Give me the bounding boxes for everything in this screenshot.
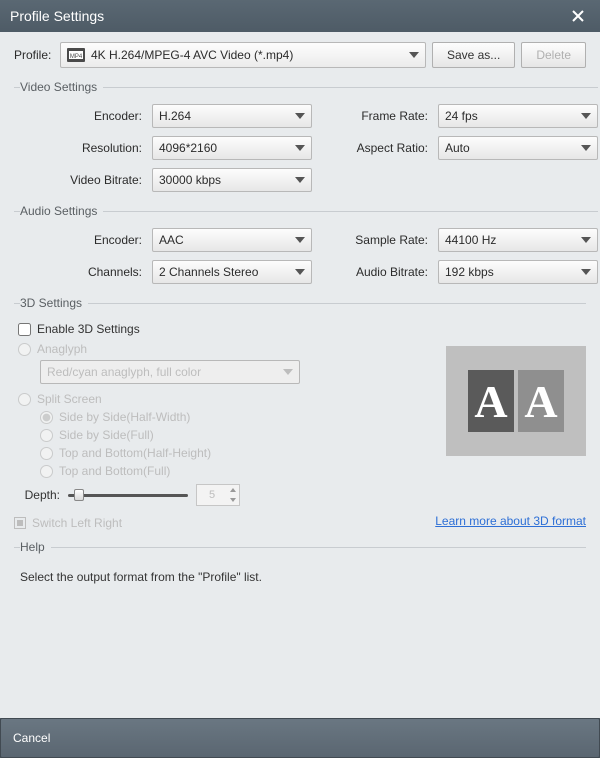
anaglyph-label: Anaglyph — [37, 342, 87, 356]
learn-more-3d-link[interactable]: Learn more about 3D format — [435, 514, 586, 528]
slider-thumb[interactable] — [74, 489, 84, 501]
audio-encoder-select[interactable]: AAC — [152, 228, 312, 252]
anaglyph-mode-select: Red/cyan anaglyph, full color — [40, 360, 300, 384]
chevron-down-icon — [581, 269, 591, 275]
close-icon — [572, 10, 584, 22]
switch-checkbox-icon — [14, 517, 26, 529]
profile-value: 4K H.264/MPEG-4 AVC Video (*.mp4) — [91, 48, 409, 62]
depth-value: 5 — [197, 489, 227, 501]
video-settings-legend: Video Settings — [20, 80, 103, 94]
titlebar: Profile Settings — [0, 0, 600, 32]
aspect-ratio-select[interactable]: Auto — [438, 136, 598, 160]
3d-preview: A A — [446, 346, 586, 456]
3d-settings-group: 3D Settings Enable 3D Settings Anaglyph … — [14, 296, 586, 534]
help-legend: Help — [20, 540, 51, 554]
sample-rate-select[interactable]: 44100 Hz — [438, 228, 598, 252]
spinner-down — [227, 495, 239, 505]
enable-3d-label: Enable 3D Settings — [37, 322, 140, 336]
audio-encoder-label: Encoder: — [14, 233, 144, 247]
audio-settings-legend: Audio Settings — [20, 204, 103, 218]
tab-full-row: Top and Bottom(Full) — [40, 464, 426, 478]
audio-settings-group: Audio Settings Encoder: AAC Sample Rate:… — [14, 204, 598, 290]
resolution-label: Resolution: — [14, 141, 144, 155]
sbs-half-label: Side by Side(Half-Width) — [59, 410, 190, 424]
channels-label: Channels: — [14, 265, 144, 279]
window-title: Profile Settings — [10, 8, 566, 24]
chevron-down-icon — [295, 237, 305, 243]
video-encoder-label: Encoder: — [14, 109, 144, 123]
enable-3d-checkbox[interactable] — [18, 323, 31, 336]
split-screen-row: Split Screen — [18, 392, 426, 406]
depth-row: Depth: 5 — [14, 484, 426, 506]
depth-spinner: 5 — [196, 484, 240, 506]
preview-letter-right: A — [518, 370, 564, 432]
anaglyph-radio — [18, 343, 31, 356]
sbs-full-label: Side by Side(Full) — [59, 428, 154, 442]
save-as-button[interactable]: Save as... — [432, 42, 515, 68]
depth-slider[interactable] — [68, 487, 188, 503]
chevron-down-icon — [295, 113, 305, 119]
profile-select[interactable]: MP4 4K H.264/MPEG-4 AVC Video (*.mp4) — [60, 42, 426, 68]
delete-button: Delete — [521, 42, 586, 68]
switch-left-right-label: Switch Left Right — [32, 516, 122, 530]
channels-select[interactable]: 2 Channels Stereo — [152, 260, 312, 284]
mp4-format-icon: MP4 — [67, 48, 85, 62]
chevron-down-icon — [409, 52, 419, 58]
sample-rate-label: Sample Rate: — [320, 233, 430, 247]
chevron-down-icon — [295, 145, 305, 151]
tab-half-row: Top and Bottom(Half-Height) — [40, 446, 426, 460]
anaglyph-row: Anaglyph — [18, 342, 426, 356]
chevron-down-icon — [581, 145, 591, 151]
video-bitrate-label: Video Bitrate: — [14, 173, 144, 187]
tab-half-radio — [40, 447, 53, 460]
enable-3d-row[interactable]: Enable 3D Settings — [18, 322, 426, 336]
tab-full-label: Top and Bottom(Full) — [59, 464, 170, 478]
switch-left-right-row: Switch Left Right — [14, 516, 426, 530]
split-screen-radio — [18, 393, 31, 406]
depth-label: Depth: — [14, 488, 60, 502]
audio-bitrate-label: Audio Bitrate: — [320, 265, 430, 279]
audio-bitrate-select[interactable]: 192 kbps — [438, 260, 598, 284]
chevron-down-icon — [295, 177, 305, 183]
sbs-half-radio — [40, 411, 53, 424]
cancel-button[interactable]: Cancel — [0, 718, 600, 758]
video-settings-group: Video Settings Encoder: H.264 Frame Rate… — [14, 80, 598, 198]
resolution-select[interactable]: 4096*2160 — [152, 136, 312, 160]
frame-rate-label: Frame Rate: — [320, 109, 430, 123]
chevron-down-icon — [283, 369, 293, 375]
chevron-down-icon — [581, 113, 591, 119]
frame-rate-select[interactable]: 24 fps — [438, 104, 598, 128]
video-encoder-select[interactable]: H.264 — [152, 104, 312, 128]
sbs-full-row: Side by Side(Full) — [40, 428, 426, 442]
sbs-full-radio — [40, 429, 53, 442]
chevron-down-icon — [581, 237, 591, 243]
close-button[interactable] — [566, 4, 590, 28]
tab-half-label: Top and Bottom(Half-Height) — [59, 446, 211, 460]
sbs-half-row: Side by Side(Half-Width) — [40, 410, 426, 424]
aspect-ratio-label: Aspect Ratio: — [320, 141, 430, 155]
profile-row: Profile: MP4 4K H.264/MPEG-4 AVC Video (… — [14, 42, 586, 68]
tab-full-radio — [40, 465, 53, 478]
preview-letter-left: A — [468, 370, 514, 432]
chevron-down-icon — [295, 269, 305, 275]
split-screen-label: Split Screen — [37, 392, 102, 406]
3d-settings-legend: 3D Settings — [20, 296, 88, 310]
footer: Restore Defaults OK Cancel — [0, 718, 600, 758]
svg-text:MP4: MP4 — [70, 54, 83, 60]
help-text: Select the output format from the "Profi… — [20, 570, 586, 584]
profile-label: Profile: — [14, 48, 54, 62]
video-bitrate-select[interactable]: 30000 kbps — [152, 168, 312, 192]
spinner-up — [227, 485, 239, 495]
help-group: Help Select the output format from the "… — [14, 540, 586, 590]
